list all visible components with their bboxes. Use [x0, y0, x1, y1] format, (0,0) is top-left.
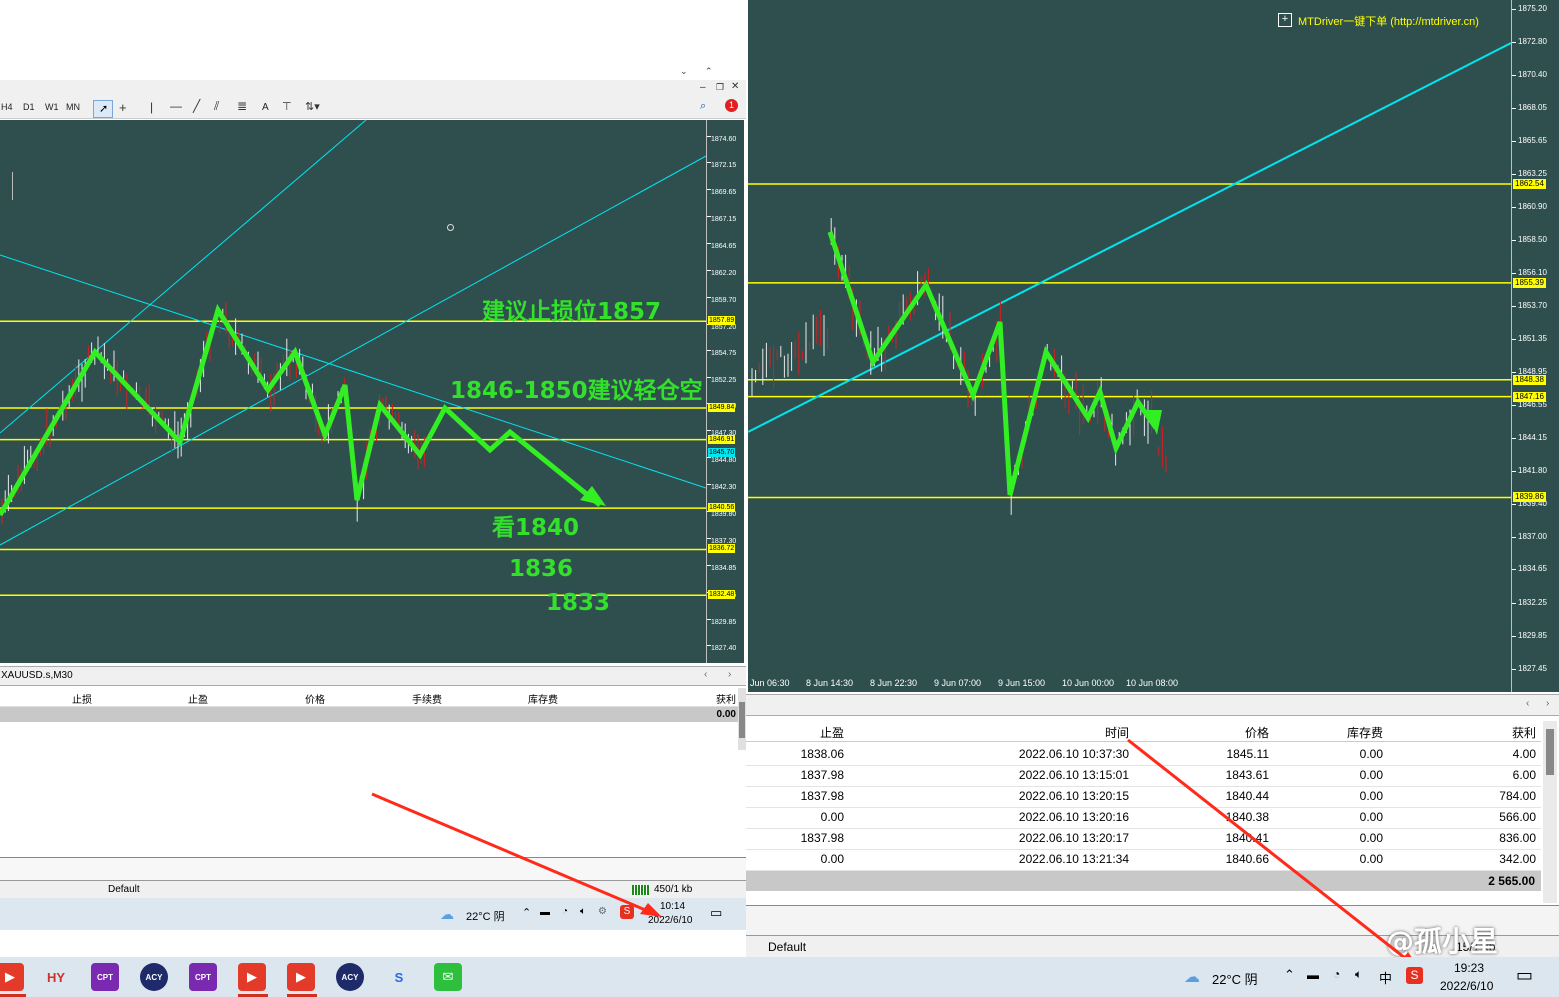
- app-red-icon[interactable]: ▶: [0, 963, 24, 991]
- right-tray-wifi-icon: ◔: [1333, 967, 1341, 981]
- right-tray-volume-icon: 🔈︎: [1355, 967, 1363, 981]
- app-cpt2-icon[interactable]: CPT: [189, 963, 217, 991]
- red-arrowhead-left: [640, 903, 662, 917]
- right-weather-icon: ☁: [1184, 969, 1200, 986]
- red-arrows-overlay: [371, 738, 1422, 972]
- taskbar: ☁ 22°C 阴 ⌃ ▬ ◔ 🔈︎ 中 S 19:23 2022/6/10 ▭ …: [0, 957, 1559, 997]
- right-tray-battery-icon: ▬: [1307, 968, 1319, 982]
- right-tray-weather: 22°C 阴: [1212, 972, 1258, 987]
- app-cpt-icon[interactable]: CPT: [91, 963, 119, 991]
- right-tray-time: 19:23: [1454, 961, 1485, 975]
- wechat-icon[interactable]: ✉: [434, 963, 462, 991]
- app-acy2-icon[interactable]: ACY: [336, 963, 364, 991]
- right-tray-chevron-icon[interactable]: ⌃: [1284, 967, 1295, 983]
- right-tray-ime[interactable]: 中: [1379, 968, 1392, 987]
- app-acy-icon[interactable]: ACY: [140, 963, 168, 991]
- right-sogou-icon[interactable]: S: [1406, 967, 1423, 984]
- red-arrow-right: [1127, 738, 1411, 964]
- right-notification-center-icon[interactable]: ▭: [1516, 965, 1533, 986]
- app-s-icon[interactable]: S: [385, 963, 413, 991]
- right-tray-date: 2022/6/10: [1440, 979, 1494, 993]
- app-hy-icon[interactable]: HY: [42, 963, 70, 991]
- app-red2-icon[interactable]: ▶: [238, 963, 266, 991]
- app-red3-icon[interactable]: ▶: [287, 963, 315, 991]
- red-arrow-left: [371, 792, 651, 914]
